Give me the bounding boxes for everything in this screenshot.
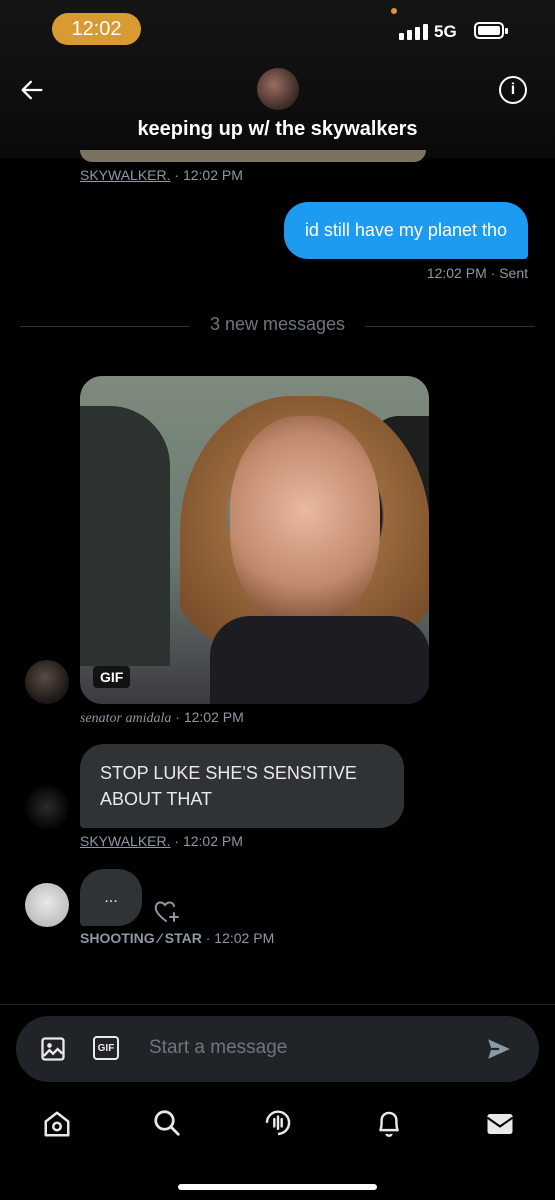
- privacy-indicator: [391, 8, 397, 14]
- message-text: STOP LUKE SHE'S SENSITIVE ABOUT THAT: [100, 763, 357, 809]
- sender-avatar[interactable]: [25, 883, 69, 927]
- search-icon[interactable]: [152, 1108, 182, 1138]
- typing-bubble[interactable]: ...: [80, 869, 142, 926]
- message-time: · 12:02 PM: [174, 833, 243, 849]
- mail-icon[interactable]: [485, 1110, 515, 1138]
- image-icon[interactable]: [39, 1035, 67, 1063]
- gif-meta: senator amidala · 12:02 PM: [80, 709, 244, 727]
- info-icon[interactable]: i: [499, 76, 527, 104]
- conversation-title[interactable]: keeping up w/ the skywalkers: [0, 118, 555, 141]
- message-input[interactable]: Start a message: [149, 1037, 287, 1059]
- previous-image-bottom: [80, 150, 426, 162]
- new-messages-divider: 3 new messages: [209, 314, 346, 334]
- heart-plus-icon[interactable]: [153, 899, 181, 925]
- home-icon[interactable]: [42, 1109, 72, 1139]
- gif-icon[interactable]: GIF: [93, 1036, 119, 1060]
- composer-divider: [0, 1004, 555, 1005]
- battery-icon: [474, 22, 508, 39]
- sender-avatar[interactable]: [25, 660, 69, 704]
- group-avatar[interactable]: [257, 68, 299, 110]
- send-icon[interactable]: [486, 1036, 512, 1062]
- message-meta: SKYWALKER. · 12:02 PM: [80, 833, 243, 849]
- message-time: · 12:02 PM: [174, 167, 243, 183]
- sent-message-bubble[interactable]: id still have my planet tho: [283, 202, 528, 259]
- sender-name: SHOOTING ⁄ STAR: [80, 930, 202, 946]
- message-meta: SKYWALKER. · 12:02 PM: [80, 167, 243, 183]
- signal-icon: [399, 24, 428, 40]
- sent-meta: 12:02 PM · Sent: [427, 265, 528, 281]
- bell-icon[interactable]: [374, 1108, 404, 1140]
- message-meta: SHOOTING ⁄ STAR · 12:02 PM: [80, 930, 274, 946]
- gif-message[interactable]: [80, 376, 429, 704]
- sender-name: SKYWALKER.: [80, 167, 171, 183]
- message-text: id still have my planet tho: [304, 220, 507, 240]
- message-time: 12:02 PM: [426, 265, 487, 281]
- received-message-bubble[interactable]: STOP LUKE SHE'S SENSITIVE ABOUT THAT: [80, 744, 404, 828]
- status-time: 12:02: [52, 13, 141, 45]
- network-label: 5G: [434, 22, 457, 41]
- typing-dots: ...: [104, 888, 118, 906]
- spaces-icon[interactable]: [263, 1108, 293, 1140]
- sender-name: SKYWALKER.: [80, 833, 171, 849]
- back-arrow-icon[interactable]: [18, 76, 46, 104]
- sender-name: senator amidala: [80, 711, 172, 726]
- sent-status: · Sent: [490, 265, 528, 281]
- home-indicator: [178, 1184, 377, 1190]
- message-time: · 12:02 PM: [175, 709, 244, 725]
- sender-avatar[interactable]: [25, 785, 69, 829]
- gif-badge: GIF: [93, 666, 131, 688]
- message-time: · 12:02 PM: [205, 930, 275, 946]
